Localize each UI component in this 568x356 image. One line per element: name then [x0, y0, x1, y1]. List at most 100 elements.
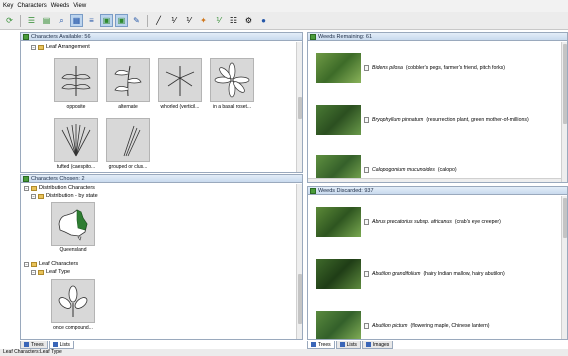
once-compound-thumb[interactable]: [51, 279, 95, 323]
thumb-label: in a basal roset...: [212, 104, 252, 110]
grid-icon[interactable]: ▦: [70, 14, 83, 27]
status-text: Leaf Characters:Leaf Type: [3, 349, 62, 355]
refresh-icon[interactable]: ⟳: [3, 14, 16, 27]
pin-icon[interactable]: ✦: [197, 14, 210, 27]
trees-tab-icon: [24, 342, 29, 347]
grouped-leaf-icon: [123, 125, 141, 157]
menu-bar: Key Characters Weeds View: [0, 0, 568, 12]
collapse-icon[interactable]: −: [31, 269, 36, 275]
thumb-label: whorled (verticil...: [160, 104, 200, 110]
tab-label: Trees: [31, 341, 44, 348]
tree-view-icon[interactable]: ☰: [25, 14, 38, 27]
settings-icon[interactable]: ⚙: [242, 14, 255, 27]
leaf-thumb-tufted[interactable]: [54, 118, 98, 162]
weed-scientific-name: Calopogonium mucunoides: [372, 167, 435, 173]
compound-leaf-icon: [58, 285, 88, 317]
fraction-icon[interactable]: ⅟: [167, 14, 180, 27]
tree-node-distribution-characters[interactable]: − Distribution Characters: [24, 185, 95, 191]
list-item[interactable]: Bidens pilosa (cobbler's pegs, farmer's …: [316, 53, 505, 83]
tab-trees[interactable]: Trees: [20, 341, 48, 349]
tab-images[interactable]: Images: [361, 341, 394, 349]
filter-icon[interactable]: ≡: [85, 14, 98, 27]
menu-view[interactable]: View: [73, 3, 86, 9]
document-icon: [364, 219, 369, 225]
tag-icon[interactable]: ✎: [130, 14, 143, 27]
tree-node-leaf-arrangement[interactable]: − Leaf Arrangement: [31, 44, 90, 50]
characters-chosen-header: Characters Chosen: 2: [21, 175, 302, 183]
folder-icon: [38, 269, 44, 275]
weed-common-name: (cobbler's pegs, farmer's friend, pitch …: [405, 65, 505, 71]
lists-tab-icon: [339, 342, 345, 347]
leaf-thumb-grouped[interactable]: [106, 118, 150, 162]
collapse-icon[interactable]: −: [31, 44, 36, 50]
vertical-scrollbar[interactable]: [561, 42, 567, 182]
status-bar: Leaf Characters:Leaf Type: [0, 349, 568, 356]
fraction-alt-icon[interactable]: ⅟: [182, 14, 195, 27]
thumb-label: alternate: [118, 104, 138, 110]
tree-node-label: Leaf Arrangement: [46, 44, 90, 50]
list-item[interactable]: Abutilon grandifolium (hairy Indian mall…: [316, 259, 505, 289]
tree-node-label: Distribution - by state: [46, 193, 98, 199]
collapse-icon[interactable]: −: [24, 185, 29, 191]
thumb-label: once compound...: [53, 325, 93, 331]
tab-lists[interactable]: Lists: [48, 341, 74, 349]
thumb-label: grouped or clus...: [108, 164, 148, 170]
list-item[interactable]: Bryophyllum pinnatum (resurrection plant…: [316, 105, 529, 135]
document-icon: [364, 117, 369, 123]
opposite-leaf-icon: [61, 66, 91, 96]
collapse-icon[interactable]: −: [31, 193, 36, 199]
panel-icon: [23, 33, 29, 40]
thumb-label: Queensland: [59, 247, 87, 253]
horizontal-scrollbar[interactable]: [308, 178, 563, 182]
weed-scientific-name: Abutilon pictum: [372, 323, 408, 329]
thumb-label: tufted (caespito...: [56, 164, 96, 170]
australia-map-icon: [58, 209, 88, 241]
menu-characters[interactable]: Characters: [17, 3, 46, 9]
vertical-scrollbar[interactable]: [296, 184, 302, 339]
list-view-icon[interactable]: ▤: [40, 14, 53, 27]
leaf-thumb-alternate[interactable]: [106, 58, 150, 102]
search-icon[interactable]: ⌕: [55, 14, 68, 27]
weed-common-name: (resurrection plant, green mother-of-mil…: [426, 117, 529, 123]
scrollbar-thumb[interactable]: [563, 44, 567, 124]
unmatch-icon[interactable]: ▣: [115, 14, 128, 27]
tree-node-leaf-type[interactable]: − Leaf Type: [31, 269, 70, 275]
pen-icon[interactable]: ╱: [152, 14, 165, 27]
tab-lists[interactable]: Lists: [335, 341, 361, 349]
list-item[interactable]: Abrus precatorius subsp. africanus (crab…: [316, 207, 501, 237]
menu-key[interactable]: Key: [3, 3, 13, 9]
sort-icon[interactable]: ☷: [227, 14, 240, 27]
characters-available-title: Characters Available: 56: [31, 33, 91, 40]
scrollbar-thumb[interactable]: [563, 198, 567, 238]
tab-trees[interactable]: Trees: [307, 341, 335, 349]
weeds-remaining-header: Weeds Remaining: 61: [308, 33, 567, 41]
match-icon[interactable]: ▣: [100, 14, 113, 27]
leaf-thumb-opposite[interactable]: [54, 58, 98, 102]
document-icon: [364, 65, 369, 71]
vertical-scrollbar[interactable]: [561, 196, 567, 339]
scrollbar-thumb[interactable]: [298, 274, 302, 324]
scrollbar-thumb[interactable]: [298, 97, 302, 119]
tree-node-leaf-characters[interactable]: − Leaf Characters: [24, 261, 78, 267]
collapse-icon[interactable]: −: [24, 261, 29, 267]
characters-available-panel: Characters Available: 56 − Leaf Arrangem…: [20, 32, 303, 173]
menu-weeds[interactable]: Weeds: [51, 3, 70, 9]
weeds-discarded-title: Weeds Discarded: 937: [318, 187, 374, 194]
queensland-thumb[interactable]: [51, 202, 95, 246]
help-icon[interactable]: ●: [257, 14, 270, 27]
weed-common-name: (hairy Indian mallow, hairy abutilon): [423, 271, 505, 277]
tree-node-label: Leaf Type: [46, 269, 71, 275]
folder-icon: [31, 185, 37, 191]
weed-photo: [316, 53, 361, 83]
leaf-thumb-whorled[interactable]: [158, 58, 202, 102]
weed-photo: [316, 311, 361, 339]
images-tab-icon: [365, 342, 371, 347]
weed-scientific-name: Abutilon grandifolium: [372, 271, 421, 277]
list-item[interactable]: Abutilon pictum (flowering maple, Chines…: [316, 311, 489, 339]
vertical-scrollbar[interactable]: [296, 42, 302, 172]
leaf-thumb-basal-rosette[interactable]: [210, 58, 254, 102]
fraction-green-icon[interactable]: ⅟: [212, 14, 225, 27]
trees-tab-icon: [311, 342, 316, 347]
alternate-leaf-icon: [114, 65, 142, 97]
tree-node-distribution-by-state[interactable]: − Distribution - by state: [31, 193, 98, 199]
